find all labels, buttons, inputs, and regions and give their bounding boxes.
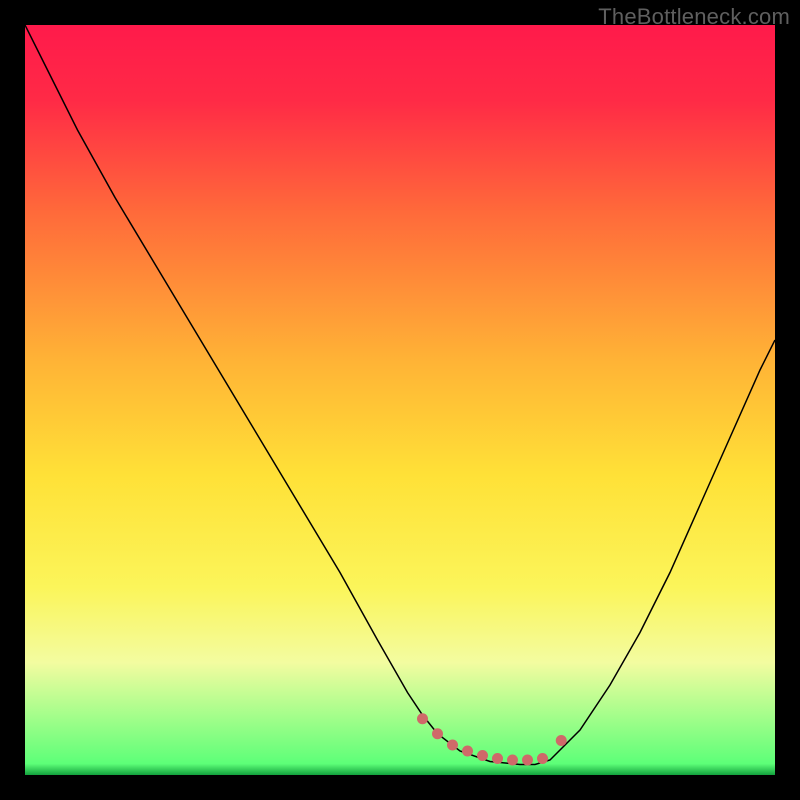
plot-svg xyxy=(25,25,775,775)
optimal-dot xyxy=(522,755,533,766)
optimal-dot xyxy=(507,755,518,766)
optimal-dot xyxy=(417,713,428,724)
watermark-text: TheBottleneck.com xyxy=(598,4,790,30)
optimal-dot xyxy=(462,746,473,757)
chart-frame: TheBottleneck.com xyxy=(0,0,800,800)
optimal-dot xyxy=(537,753,548,764)
optimal-dot xyxy=(477,750,488,761)
bottleneck-plot xyxy=(25,25,775,775)
optimal-dot xyxy=(447,740,458,751)
optimal-dot xyxy=(492,753,503,764)
optimal-dot xyxy=(556,735,567,746)
plot-background xyxy=(25,25,775,775)
optimal-dot xyxy=(432,728,443,739)
